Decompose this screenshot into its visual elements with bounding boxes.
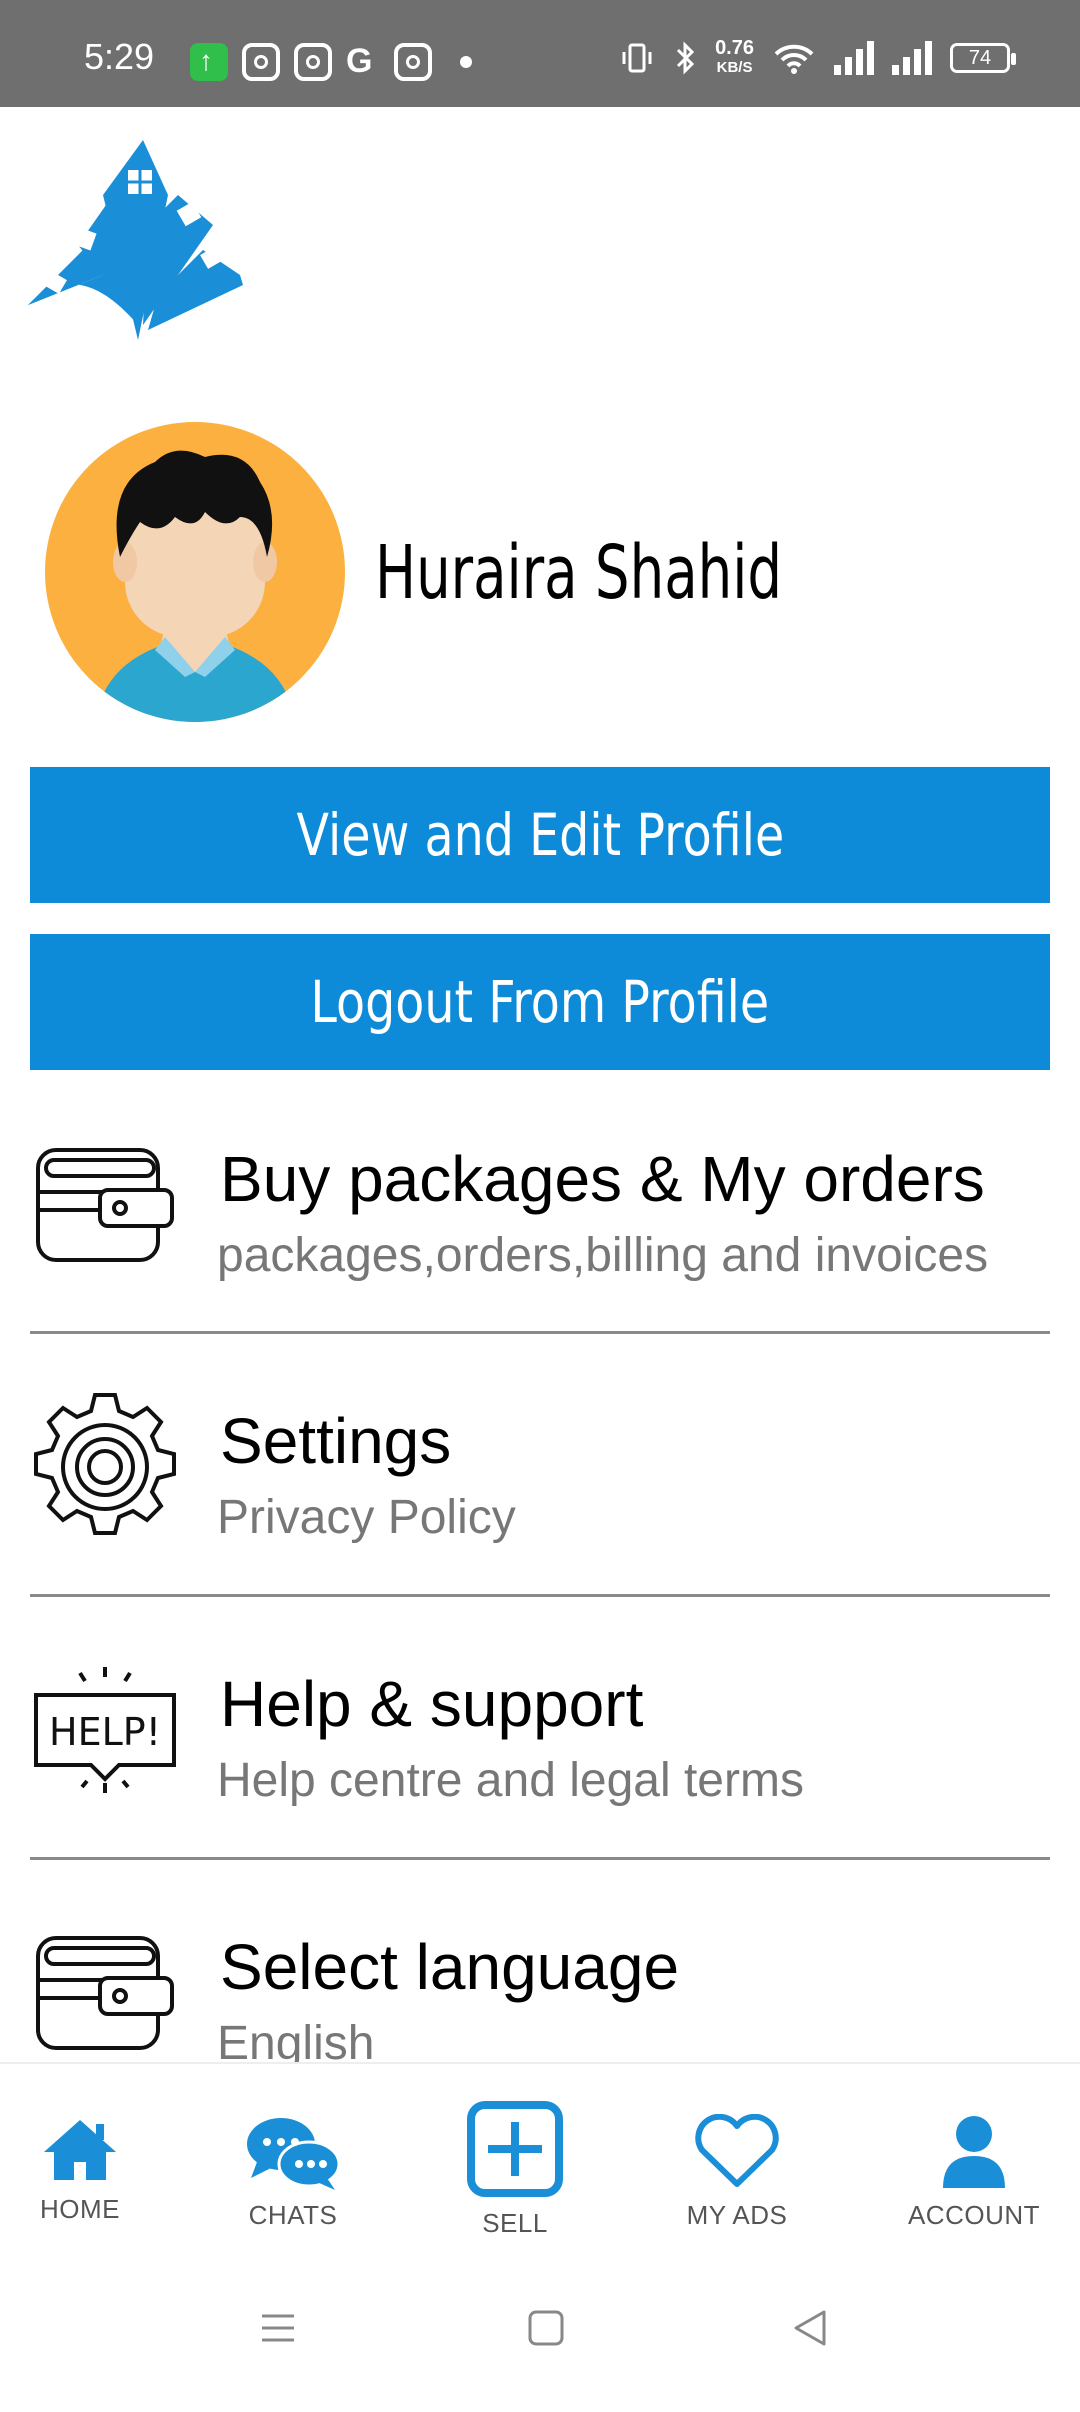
wallet-icon bbox=[36, 1148, 174, 1262]
wifi-icon bbox=[774, 44, 814, 74]
profile-name: Huraira Shahid bbox=[375, 530, 783, 616]
menu-subtitle: packages,orders,billing and invoices bbox=[217, 1229, 989, 1282]
nav-account[interactable]: ACCOUNT bbox=[884, 2114, 1064, 2231]
menu-title: Settings bbox=[220, 1405, 452, 1477]
chat-icon bbox=[247, 2118, 341, 2190]
menu-item-settings[interactable]: Settings Privacy Policy bbox=[30, 1332, 1050, 1594]
status-time: 5:29 bbox=[84, 36, 155, 77]
battery-icon: 74 bbox=[950, 43, 1016, 73]
svg-text:HELP!: HELP! bbox=[49, 1710, 161, 1754]
bluetooth-icon bbox=[677, 41, 695, 75]
back-icon[interactable] bbox=[790, 2308, 830, 2348]
menu-item-help-support[interactable]: HELP! Help & support Help centre and leg… bbox=[30, 1595, 1050, 1857]
plus-box-icon bbox=[467, 2101, 563, 2197]
view-edit-profile-label: View and Edit Profile bbox=[296, 801, 784, 869]
gear-icon bbox=[34, 1393, 176, 1535]
nav-chats[interactable]: CHATS bbox=[203, 2114, 383, 2231]
signal-icon-2 bbox=[892, 41, 932, 75]
instagram-icon bbox=[294, 42, 332, 81]
instagram-icon bbox=[394, 42, 432, 81]
home-button-icon[interactable] bbox=[526, 2308, 566, 2348]
nav-home-label: HOME bbox=[40, 2194, 120, 2224]
nav-sell-label: SELL bbox=[482, 2208, 548, 2238]
nav-account-label: ACCOUNT bbox=[907, 2200, 1041, 2230]
instagram-icon bbox=[242, 42, 280, 81]
app-logo bbox=[28, 140, 243, 340]
system-status-icons: 0.76 KB/S 74 bbox=[619, 38, 1016, 78]
wallet-icon bbox=[36, 1936, 174, 2050]
logout-label: Logout From Profile bbox=[310, 968, 770, 1036]
speed-value: 0.76 bbox=[715, 37, 754, 59]
g-app-icon: G bbox=[346, 42, 373, 80]
nav-sell[interactable]: SELL bbox=[425, 2100, 605, 2239]
speed-unit: KB/S bbox=[716, 59, 753, 76]
nav-chats-label: CHATS bbox=[248, 2200, 338, 2230]
menu-title: Buy packages & My orders bbox=[220, 1143, 985, 1215]
vibrate-icon bbox=[622, 43, 652, 73]
logout-button[interactable]: Logout From Profile bbox=[30, 934, 1050, 1070]
home-icon bbox=[44, 2120, 116, 2180]
help-bubble-icon: HELP! bbox=[34, 1667, 176, 1793]
heart-icon bbox=[695, 2114, 779, 2187]
menu-title: Help & support bbox=[220, 1668, 644, 1740]
menu-subtitle: Help centre and legal terms bbox=[217, 1754, 804, 1807]
notification-icons: G bbox=[190, 42, 472, 81]
menu-subtitle: Privacy Policy bbox=[217, 1491, 516, 1544]
nav-my-ads-label: MY ADS bbox=[686, 2200, 788, 2230]
network-speed: 0.76 KB/S bbox=[715, 38, 754, 78]
more-notifications-dot-icon bbox=[460, 55, 472, 68]
system-navigation-bar bbox=[0, 2262, 1080, 2412]
signal-icon bbox=[834, 41, 874, 75]
menu-title: Select language bbox=[220, 1931, 680, 2003]
nav-my-ads[interactable]: MY ADS bbox=[647, 2114, 827, 2231]
status-bar: 5:29 G 0.76 KB/S 74 bbox=[0, 0, 1080, 107]
avatar bbox=[45, 422, 345, 722]
user-icon bbox=[943, 2116, 1005, 2188]
menu-item-buy-packages[interactable]: Buy packages & My orders packages,orders… bbox=[30, 1070, 1050, 1332]
upload-notification-icon bbox=[190, 42, 228, 81]
view-edit-profile-button[interactable]: View and Edit Profile bbox=[30, 767, 1050, 903]
bottom-navigation: HOME CHATS SELL MY ADS ACCOUNT bbox=[0, 2062, 1080, 2264]
recent-apps-icon[interactable] bbox=[258, 2308, 298, 2348]
nav-home[interactable]: HOME bbox=[0, 2114, 170, 2225]
